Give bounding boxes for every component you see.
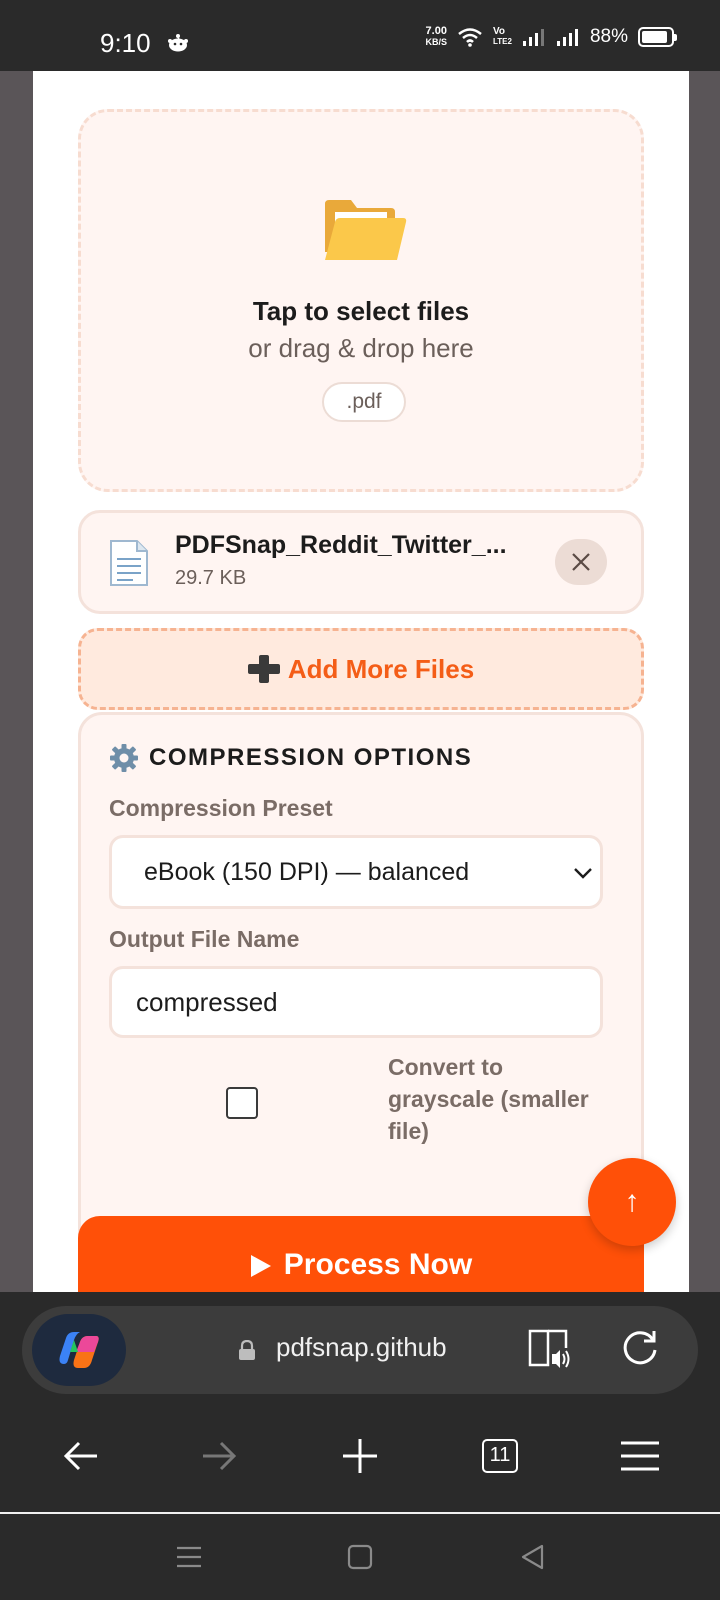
- copilot-icon: [59, 1332, 99, 1368]
- selected-file-item: PDFSnap_Reddit_Twitter_... 29.7 KB: [78, 510, 644, 614]
- volte-indicator: Vo LTE2: [493, 27, 512, 47]
- reddit-app-icon: [168, 34, 188, 52]
- status-indicators: 7.00 KB/S Vo LTE2 88%: [425, 26, 677, 48]
- signal-icon-sim1: [522, 29, 544, 46]
- volte-top: Vo: [493, 26, 506, 37]
- status-time: 9:10: [100, 28, 151, 58]
- recents-menu-icon[interactable]: [174, 1542, 204, 1572]
- network-speed-value: 7.00: [425, 25, 447, 37]
- close-icon: [572, 553, 590, 571]
- browser-nav-bar: 11: [0, 1404, 720, 1514]
- arrow-left-icon: [63, 1441, 97, 1471]
- back-button[interactable]: [59, 1434, 103, 1478]
- folder-icon: [325, 200, 407, 260]
- network-speed: 7.00 KB/S: [425, 26, 447, 48]
- gear-icon: [110, 744, 138, 772]
- forward-button[interactable]: [197, 1434, 241, 1478]
- home-square-icon[interactable]: [345, 1542, 375, 1572]
- plus-icon: [247, 655, 280, 683]
- output-filename-input[interactable]: compressed: [109, 966, 603, 1038]
- filename-label: Output File Name: [109, 926, 300, 952]
- address-bar[interactable]: pdfsnap.github: [22, 1306, 698, 1394]
- hamburger-menu-icon: [621, 1441, 659, 1471]
- status-bar: 9:10 7.00 KB/S Vo LTE2 88%: [0, 0, 720, 71]
- remove-file-button[interactable]: [555, 539, 607, 585]
- add-more-files-label: Add More Files: [287, 653, 475, 684]
- add-more-files-button[interactable]: Add More Files: [78, 628, 644, 710]
- dropzone-title: Tap to select files: [252, 296, 470, 326]
- tab-count: 11: [482, 1439, 518, 1473]
- signal-icon-sim2: [556, 29, 578, 46]
- lock-icon: [239, 1340, 255, 1360]
- arrow-right-icon: [203, 1441, 237, 1471]
- reload-icon[interactable]: [620, 1328, 660, 1368]
- options-title: COMPRESSION OPTIONS: [149, 744, 473, 771]
- read-aloud-icon[interactable]: [528, 1328, 572, 1370]
- volte-bottom: LTE2: [493, 37, 512, 46]
- plus-icon: [343, 1439, 377, 1473]
- file-dropzone[interactable]: Tap to select files or drag & drop here …: [78, 109, 644, 492]
- process-now-label: Process Now: [283, 1248, 473, 1281]
- battery-icon: [638, 27, 677, 47]
- play-icon: [250, 1255, 271, 1277]
- wifi-icon: [458, 28, 482, 47]
- options-header: COMPRESSION OPTIONS: [109, 743, 472, 773]
- dropzone-subtitle: or drag & drop here: [248, 333, 474, 363]
- scroll-to-top-button[interactable]: ↑: [588, 1158, 676, 1246]
- new-tab-button[interactable]: [338, 1434, 382, 1478]
- back-triangle-icon[interactable]: [518, 1542, 548, 1572]
- web-page: Tap to select files or drag & drop here …: [33, 71, 689, 1292]
- compression-preset-select[interactable]: eBook (150 DPI) — balanced: [109, 835, 603, 909]
- battery-fill: [642, 31, 667, 43]
- menu-button[interactable]: [618, 1434, 662, 1478]
- preset-selected-value: eBook (150 DPI) — balanced: [144, 858, 470, 886]
- preset-label: Compression Preset: [109, 795, 333, 821]
- network-speed-unit: KB/S: [425, 37, 447, 47]
- browser-toolbar: pdfsnap.github 11: [0, 1292, 720, 1514]
- copilot-button[interactable]: [32, 1314, 126, 1386]
- grayscale-checkbox[interactable]: [226, 1087, 258, 1119]
- accepted-extension-badge: .pdf: [322, 382, 406, 422]
- compression-options-panel: COMPRESSION OPTIONS Compression Preset e…: [78, 712, 644, 1268]
- system-nav-bar: [0, 1514, 720, 1600]
- document-icon: [110, 540, 148, 586]
- chevron-down-icon: [574, 868, 592, 879]
- file-size: 29.7 KB: [175, 567, 247, 589]
- file-name: PDFSnap_Reddit_Twitter_...: [175, 531, 507, 559]
- tabs-button[interactable]: 11: [478, 1434, 522, 1478]
- url-text[interactable]: pdfsnap.github: [276, 1332, 484, 1363]
- arrow-up-icon: ↑: [624, 1185, 640, 1218]
- grayscale-label: Convert to grayscale (smaller file): [388, 1054, 589, 1144]
- process-now-button[interactable]: Process Now: [78, 1216, 644, 1292]
- battery-percent: 88%: [589, 26, 628, 47]
